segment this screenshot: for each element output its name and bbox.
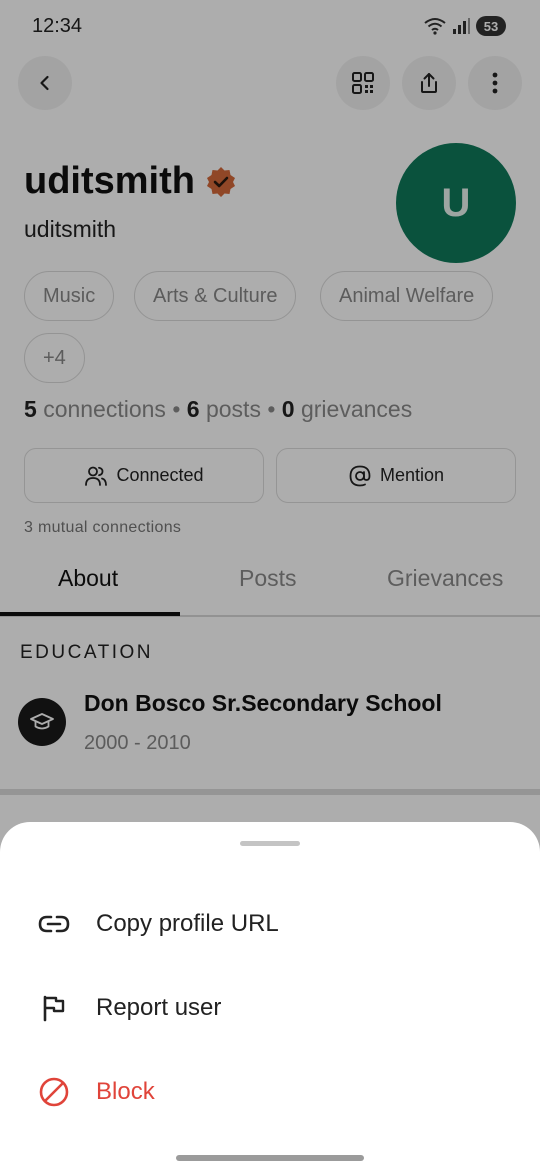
block-label: Block — [96, 1078, 155, 1105]
report-user-label: Report user — [96, 994, 222, 1021]
flag-icon — [38, 992, 70, 1024]
home-indicator[interactable] — [176, 1155, 364, 1161]
profile-screen: 12:34 53 uditsmith uditsmith U Music Art… — [0, 0, 540, 1170]
report-user-item[interactable]: Report user — [0, 973, 540, 1043]
copy-profile-url-item[interactable]: Copy profile URL — [0, 889, 540, 959]
sheet-drag-handle[interactable] — [240, 841, 300, 846]
options-bottom-sheet: Copy profile URL Report user Block — [0, 822, 540, 1170]
copy-profile-url-label: Copy profile URL — [96, 910, 279, 937]
block-icon — [38, 1076, 70, 1108]
block-item[interactable]: Block — [0, 1057, 540, 1127]
link-icon — [38, 908, 70, 940]
